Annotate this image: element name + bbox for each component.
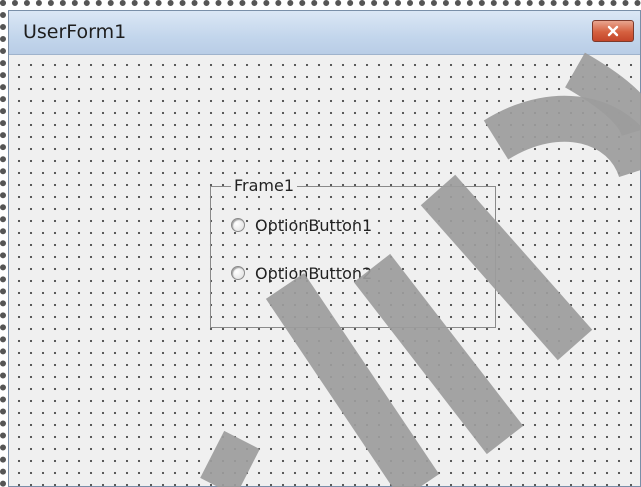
option-button-label: OptionButton2 [255, 263, 373, 283]
radio-icon[interactable] [231, 218, 245, 232]
close-button[interactable] [592, 20, 634, 42]
option-button-2[interactable]: OptionButton2 [231, 261, 372, 285]
window-title: UserForm1 [23, 21, 127, 43]
option-button-label: OptionButton1 [255, 215, 373, 235]
designer-canvas: UserForm1 Frame1 OptionButton1 OptionBut… [0, 0, 641, 487]
form-client-area[interactable]: Frame1 OptionButton1 OptionButton2 [9, 55, 640, 486]
frame-control[interactable]: Frame1 OptionButton1 OptionButton2 [210, 176, 496, 328]
close-icon [607, 25, 619, 37]
option-button-1[interactable]: OptionButton1 [231, 213, 372, 237]
radio-icon[interactable] [231, 266, 245, 280]
title-bar[interactable]: UserForm1 [9, 11, 640, 55]
frame-caption: Frame1 [231, 176, 298, 195]
userform-window[interactable]: UserForm1 Frame1 OptionButton1 OptionBut… [8, 10, 641, 487]
